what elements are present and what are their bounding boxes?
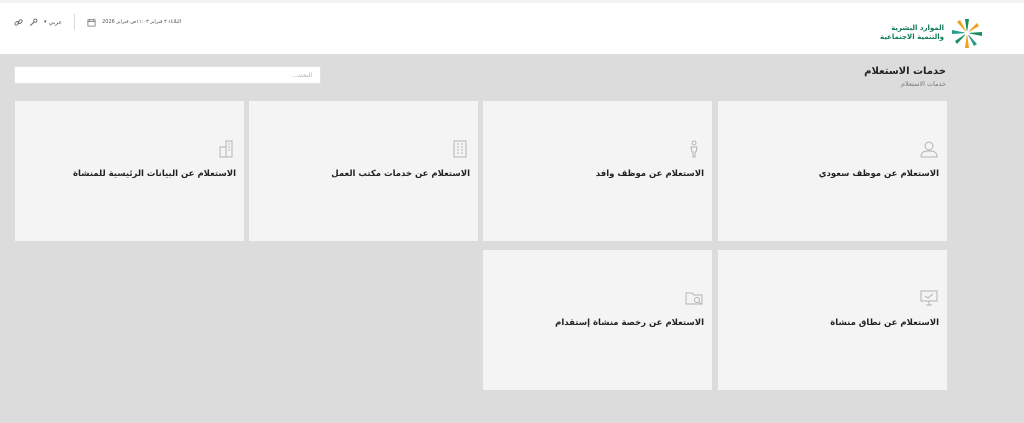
presentation-board-icon bbox=[920, 290, 938, 306]
card-label: الاستعلام عن خدمات مكتب العمل bbox=[331, 169, 470, 179]
top-bar: الموارد البشرية والتنمية الاجتماعية ▾ عر… bbox=[0, 0, 1024, 54]
header-tools: ▾ عربي الثلاثاء ٣ فبراير ١١:٠٣ص فبراير 2… bbox=[14, 14, 182, 30]
card-label: الاستعلام عن رخصة منشاة إستقدام bbox=[555, 318, 704, 328]
building-icon bbox=[453, 140, 467, 158]
current-date: الثلاثاء ٣ فبراير ١١:٠٣ص فبراير 2026 bbox=[102, 19, 182, 25]
card-recruitment-license-inquiry[interactable]: الاستعلام عن رخصة منشاة إستقدام bbox=[483, 250, 712, 390]
ministry-logo-text: الموارد البشرية والتنمية الاجتماعية bbox=[880, 24, 944, 42]
chevron-down-icon: ▾ bbox=[44, 19, 47, 25]
calendar-icon bbox=[87, 18, 96, 26]
card-establishment-main-data-inquiry[interactable]: الاستعلام عن البيانات الرئيسية للمنشاة bbox=[15, 101, 244, 241]
card-label: الاستعلام عن موظف وافد bbox=[595, 169, 704, 179]
card-label: الاستعلام عن البيانات الرئيسية للمنشاة bbox=[72, 169, 236, 179]
language-select[interactable]: ▾ عربي bbox=[44, 19, 62, 26]
card-labor-office-services-inquiry[interactable]: الاستعلام عن خدمات مكتب العمل bbox=[249, 101, 478, 241]
card-label: الاستعلام عن موظف سعودي bbox=[818, 169, 939, 179]
card-establishment-range-inquiry[interactable]: الاستعلام عن نطاق منشاة bbox=[718, 250, 947, 390]
page-title: خدمات الاستعلام bbox=[864, 66, 946, 77]
person-icon bbox=[690, 140, 698, 158]
ministry-logo-icon bbox=[952, 19, 982, 48]
card-expat-employee-inquiry[interactable]: الاستعلام عن موظف وافد bbox=[483, 101, 712, 241]
tools-icon[interactable] bbox=[29, 18, 38, 27]
card-label: الاستعلام عن نطاق منشاة bbox=[830, 318, 939, 328]
header-divider bbox=[74, 14, 76, 30]
folder-search-icon bbox=[685, 292, 703, 305]
breadcrumb[interactable]: خدمات الاستعلام bbox=[901, 80, 946, 88]
language-label: عربي bbox=[48, 18, 63, 26]
user-icon bbox=[920, 141, 938, 158]
logo-line-1: الموارد البشرية bbox=[891, 24, 944, 32]
card-saudi-employee-inquiry[interactable]: الاستعلام عن موظف سعودي bbox=[718, 101, 947, 241]
ministry-logo[interactable]: الموارد البشرية والتنمية الاجتماعية bbox=[854, 17, 984, 49]
buildings-icon bbox=[219, 140, 233, 158]
link-icon[interactable] bbox=[14, 18, 23, 27]
search-input[interactable] bbox=[14, 66, 321, 84]
logo-line-2: والتنمية الاجتماعية bbox=[879, 33, 944, 41]
